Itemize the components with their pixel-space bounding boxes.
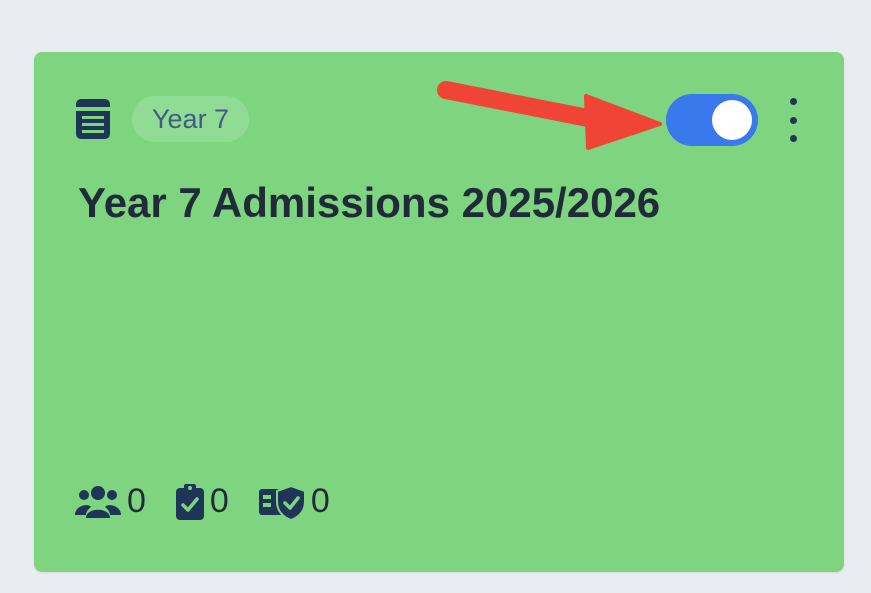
stat-submissions: 0: [175, 482, 229, 521]
menu-dot: [789, 135, 797, 142]
stat-verified: 0: [258, 482, 330, 521]
annotation-arrow-icon: [437, 81, 662, 150]
menu-dot: [789, 116, 797, 124]
toggle-knob: [712, 100, 752, 140]
shield-check-icon: [258, 484, 305, 520]
users-icon: [75, 485, 121, 518]
stat-verified-count: 0: [310, 482, 330, 520]
card-title[interactable]: Year 7 Admissions 2025/2026: [78, 179, 660, 227]
menu-dot: [789, 98, 797, 105]
stat-users: 0: [75, 482, 146, 521]
stat-users-count: 0: [127, 482, 146, 520]
more-options-icon[interactable]: [782, 98, 804, 142]
form-icon: [76, 99, 110, 139]
enabled-toggle[interactable]: [666, 94, 758, 146]
card-header: Year 7: [76, 96, 250, 142]
card-stats: 0 0 0: [75, 482, 360, 521]
year-tag: Year 7: [132, 96, 250, 142]
stat-submissions-count: 0: [209, 482, 229, 520]
clipboard-check-icon: [175, 483, 204, 520]
